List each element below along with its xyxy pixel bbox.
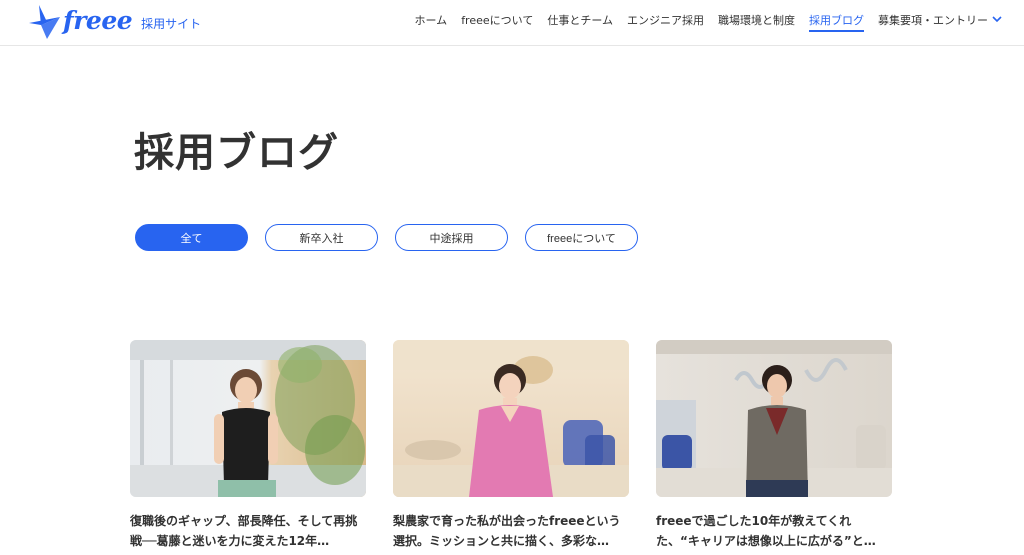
blog-card-title: 梨農家で育った私が出会ったfreeeという選択。ミッションと共に描く、多彩な…	[393, 514, 621, 548]
blog-card[interactable]: 復職後のギャップ、部長降任、そして再挑戦──葛藤と迷いを力に変えた12年…	[130, 340, 366, 551]
filter-mid-career-button[interactable]: 中途採用	[395, 224, 508, 251]
filter-about-freee-button[interactable]: freeeについて	[525, 224, 638, 251]
site-header: freee 採用サイト ホーム freeeについて 仕事とチーム エンジニア採用…	[0, 0, 1024, 46]
nav-item-work-and-team[interactable]: 仕事とチーム	[547, 13, 613, 29]
nav-item-about-freee[interactable]: freeeについて	[461, 13, 533, 29]
blog-card-title: 復職後のギャップ、部長降任、そして再挑戦──葛藤と迷いを力に変えた12年…	[130, 514, 358, 548]
nav-item-engineer-recruit[interactable]: エンジニア採用	[627, 13, 704, 29]
nav-item-recruit-blog[interactable]: 採用ブログ	[809, 13, 864, 32]
blog-card-photo	[656, 340, 892, 497]
logo-link[interactable]: freee 採用サイト	[27, 3, 201, 41]
filter-new-grad-button[interactable]: 新卒入社	[265, 224, 378, 251]
blog-card-photo	[393, 340, 629, 497]
nav-item-workplace[interactable]: 職場環境と制度	[718, 13, 795, 29]
blog-card-list: 復職後のギャップ、部長降任、そして再挑戦──葛藤と迷いを力に変えた12年… 梨農…	[130, 340, 892, 551]
category-filters: 全て 新卒入社 中途採用 freeeについて	[135, 224, 638, 251]
logo-wordmark: freee	[63, 6, 133, 35]
blog-card-photo	[130, 340, 366, 497]
freee-bird-logo-icon	[29, 5, 60, 39]
blog-card[interactable]: 梨農家で育った私が出会ったfreeeという選択。ミッションと共に描く、多彩な…	[393, 340, 629, 551]
nav-item-entry-label: 募集要項・エントリー	[878, 14, 988, 27]
nav-item-entry[interactable]: 募集要項・エントリー	[878, 13, 1002, 29]
global-nav: ホーム freeeについて 仕事とチーム エンジニア採用 職場環境と制度 採用ブ…	[415, 13, 1002, 32]
filter-all-button[interactable]: 全て	[135, 224, 248, 251]
blog-card[interactable]: freeeで過ごした10年が教えてくれた、“キャリアは想像以上に広がる”と…	[656, 340, 892, 551]
logo-subtitle: 採用サイト	[141, 16, 202, 31]
nav-item-home[interactable]: ホーム	[415, 13, 448, 29]
blog-card-title: freeeで過ごした10年が教えてくれた、“キャリアは想像以上に広がる”と…	[656, 514, 876, 548]
page-title: 採用ブログ	[134, 130, 339, 176]
chevron-down-icon	[992, 16, 1002, 23]
